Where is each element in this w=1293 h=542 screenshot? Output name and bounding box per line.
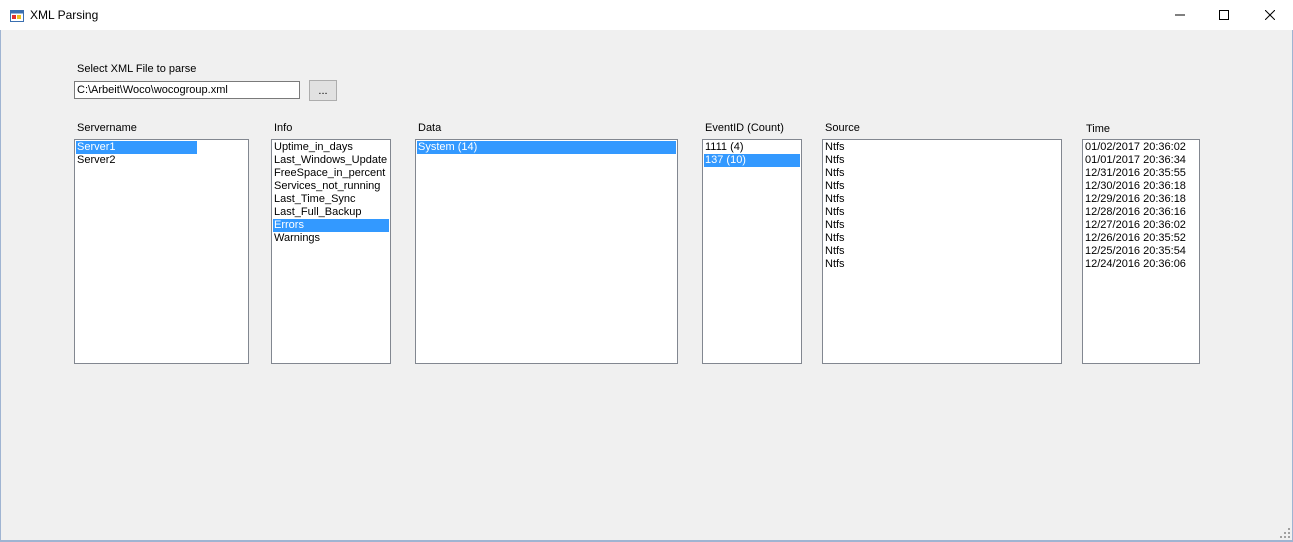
close-button[interactable] xyxy=(1247,0,1293,30)
window-border-left xyxy=(0,30,1,542)
source-list-item[interactable]: Ntfs xyxy=(824,193,1060,206)
minimize-icon xyxy=(1175,14,1185,16)
window-title: XML Parsing xyxy=(30,8,99,22)
data-listbox[interactable]: System (14) xyxy=(415,139,678,364)
maximize-button[interactable] xyxy=(1201,0,1247,30)
source-list-item[interactable]: Ntfs xyxy=(824,154,1060,167)
source-list-item[interactable]: Ntfs xyxy=(824,141,1060,154)
source-list-item[interactable]: Ntfs xyxy=(824,258,1060,271)
time-list-item[interactable]: 01/01/2017 20:36:34 xyxy=(1084,154,1198,167)
xml-parsing-window: XML Parsing Select XML File to parse ...… xyxy=(0,0,1293,542)
file-path-input[interactable] xyxy=(74,81,300,99)
source-list-item[interactable]: Ntfs xyxy=(824,167,1060,180)
info-list-item[interactable]: Services_not_running xyxy=(273,180,389,193)
time-list-item[interactable]: 12/25/2016 20:35:54 xyxy=(1084,245,1198,258)
time-listbox[interactable]: 01/02/2017 20:36:02 01/01/2017 20:36:34 12… xyxy=(1082,139,1200,364)
app-form-icon xyxy=(10,10,24,22)
source-list-item[interactable]: Ntfs xyxy=(824,206,1060,219)
data-label: Data xyxy=(418,122,442,134)
eventid-list-item[interactable]: 137 (10) xyxy=(704,154,800,167)
servername-listbox[interactable]: Server1 Server2 xyxy=(74,139,249,364)
info-listbox[interactable]: Uptime_in_days Last_Windows_Update FreeSpa… xyxy=(271,139,391,364)
browse-button[interactable]: ... xyxy=(309,80,337,101)
source-listbox[interactable]: Ntfs Ntfs Ntfs Ntfs Ntfs Ntfs Ntfs Ntfs Ntfs Ntfs xyxy=(822,139,1062,364)
source-label: Source xyxy=(825,122,860,134)
data-list-item[interactable]: System (14) xyxy=(417,141,676,154)
time-list-item[interactable]: 12/30/2016 20:36:18 xyxy=(1084,180,1198,193)
close-icon xyxy=(1265,10,1275,20)
eventid-listbox[interactable]: 1111 (4) 137 (10) xyxy=(702,139,802,364)
time-list-item[interactable]: 12/28/2016 20:36:16 xyxy=(1084,206,1198,219)
title-bar[interactable]: XML Parsing xyxy=(0,0,1293,30)
servername-label: Servername xyxy=(77,122,137,134)
time-list-item[interactable]: 12/24/2016 20:36:06 xyxy=(1084,258,1198,271)
source-list-item[interactable]: Ntfs xyxy=(824,219,1060,232)
info-list-item[interactable]: Warnings xyxy=(273,232,389,245)
time-list-item[interactable]: 12/31/2016 20:35:55 xyxy=(1084,167,1198,180)
select-file-label: Select XML File to parse xyxy=(77,63,197,75)
info-list-item[interactable]: Last_Full_Backup xyxy=(273,206,389,219)
info-label: Info xyxy=(274,122,293,134)
info-list-item[interactable]: Uptime_in_days xyxy=(273,141,389,154)
eventid-list-item[interactable]: 1111 (4) xyxy=(704,141,800,154)
resize-grip-icon[interactable] xyxy=(1280,528,1290,538)
source-list-item[interactable]: Ntfs xyxy=(824,232,1060,245)
time-label: Time xyxy=(1086,123,1111,135)
maximize-icon xyxy=(1219,10,1229,20)
source-list-item[interactable]: Ntfs xyxy=(824,180,1060,193)
time-list-item[interactable]: 12/26/2016 20:35:52 xyxy=(1084,232,1198,245)
servername-list-item[interactable]: Server1 xyxy=(76,141,197,154)
time-list-item[interactable]: 12/27/2016 20:36:02 xyxy=(1084,219,1198,232)
time-list-item[interactable]: 12/29/2016 20:36:18 xyxy=(1084,193,1198,206)
info-list-item[interactable]: FreeSpace_in_percent xyxy=(273,167,389,180)
time-list-item[interactable]: 01/02/2017 20:36:02 xyxy=(1084,141,1198,154)
eventid-label: EventID (Count) xyxy=(705,122,784,134)
info-list-item[interactable]: Last_Time_Sync xyxy=(273,193,389,206)
info-list-item[interactable]: Errors xyxy=(273,219,389,232)
info-list-item[interactable]: Last_Windows_Update xyxy=(273,154,389,167)
minimize-button[interactable] xyxy=(1157,0,1203,30)
servername-list-item[interactable]: Server2 xyxy=(76,154,247,167)
source-list-item[interactable]: Ntfs xyxy=(824,245,1060,258)
